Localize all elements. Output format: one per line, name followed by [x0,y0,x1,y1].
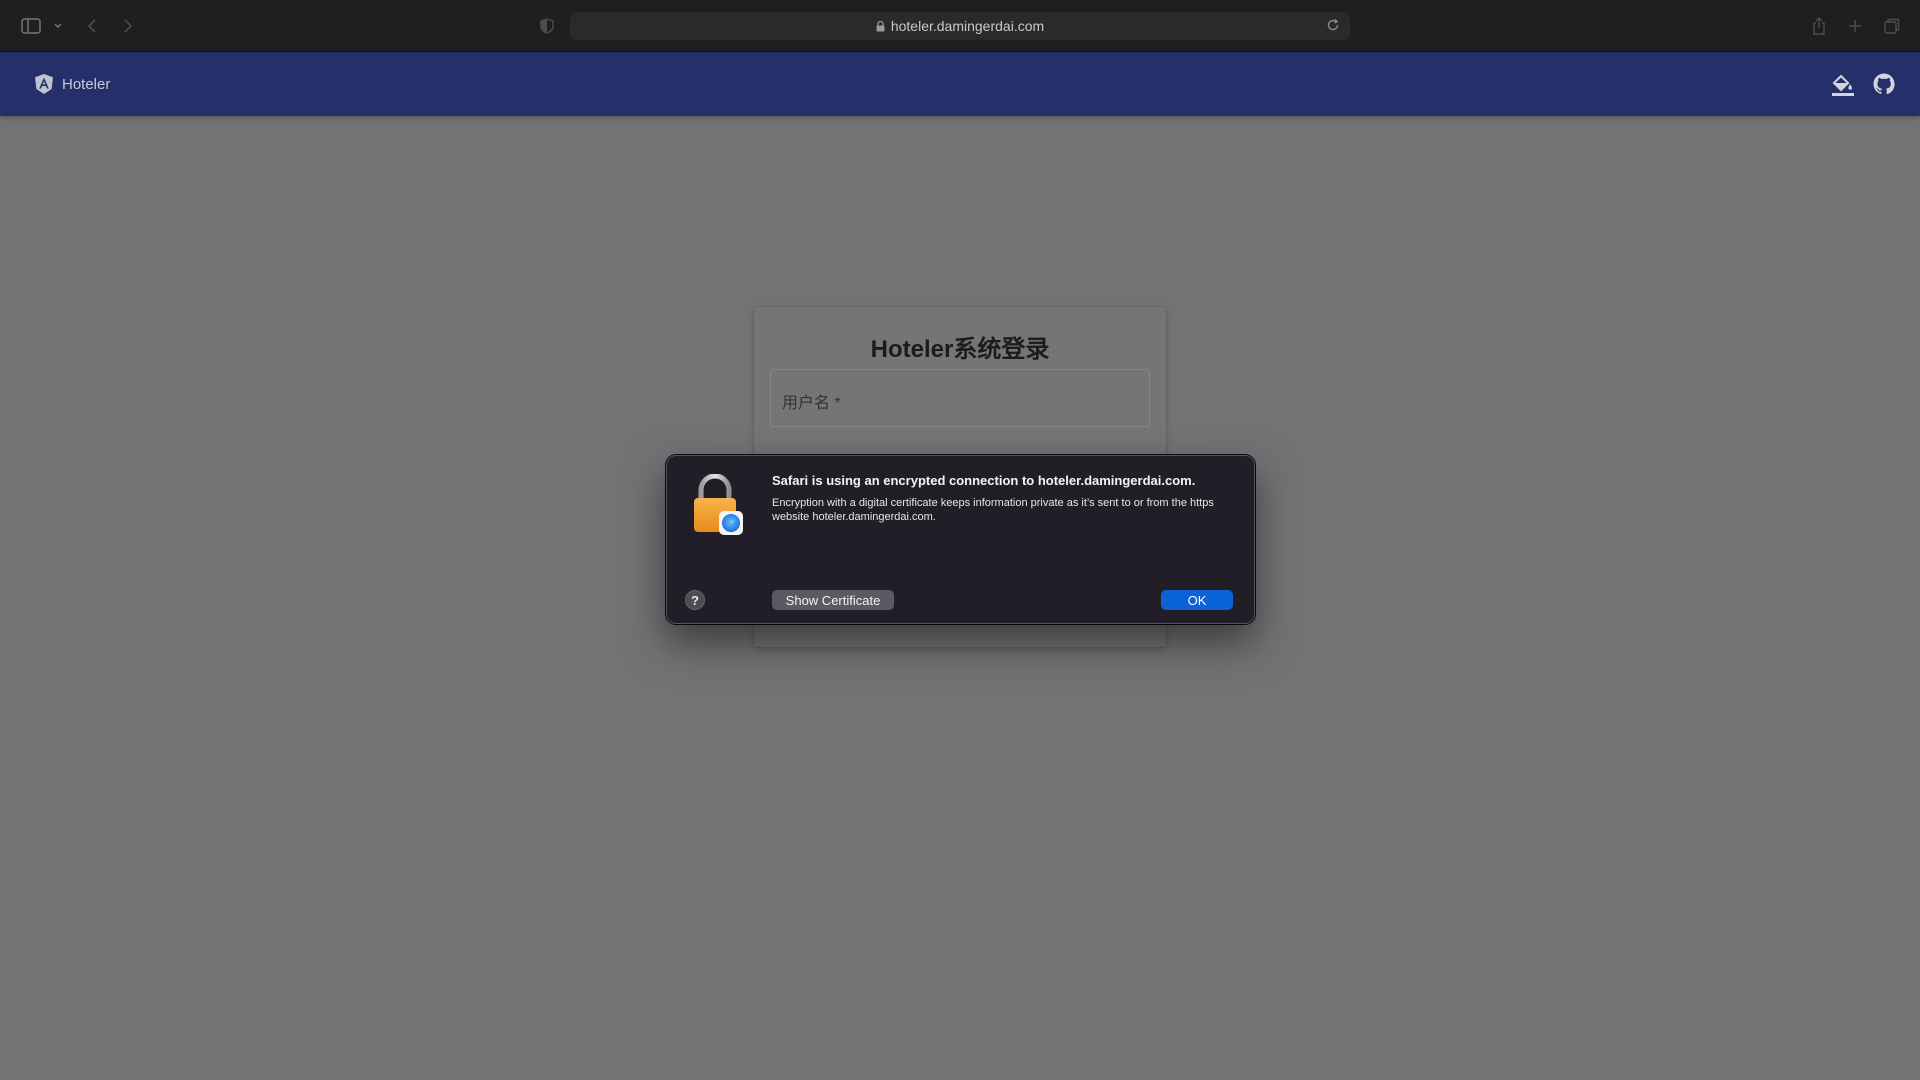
privacy-shield-icon[interactable] [538,14,556,38]
show-certificate-button[interactable]: Show Certificate [772,590,894,610]
tab-overview-icon[interactable] [1882,14,1902,38]
angular-logo-icon [34,73,54,95]
github-icon[interactable] [1872,72,1898,98]
login-title: Hoteler系统登录 [870,336,1050,363]
address-bar[interactable]: hoteler.damingerdai.com [570,12,1350,40]
certificate-info-dialog: Safari is using an encrypted connection … [666,455,1255,624]
app-header: Hoteler [0,52,1920,116]
dialog-title: Safari is using an encrypted connection … [772,473,1196,488]
chevron-down-icon[interactable] [52,14,64,38]
username-field[interactable]: 用户名 * [770,369,1150,427]
sidebar-toggle-icon[interactable] [20,14,42,38]
browser-toolbar: hoteler.damingerdai.com [0,0,1920,52]
forward-chevron-right-icon[interactable] [120,14,136,38]
brand-name: Hoteler [62,75,111,93]
username-label: 用户名 * [782,395,841,412]
dialog-body: Encryption with a digital certificate ke… [772,497,1214,523]
padlock-safari-icon [689,473,745,536]
share-icon[interactable] [1810,14,1828,38]
lock-icon [876,20,885,32]
brand[interactable]: Hoteler [34,72,110,96]
new-tab-plus-icon[interactable] [1846,14,1864,38]
theme-paint-icon[interactable] [1830,72,1856,98]
back-chevron-left-icon[interactable] [84,14,100,38]
ok-button[interactable]: OK [1161,590,1233,610]
url-text: hoteler.damingerdai.com [890,18,1045,34]
reload-icon[interactable] [1326,18,1340,32]
help-button[interactable]: ? [685,590,705,610]
